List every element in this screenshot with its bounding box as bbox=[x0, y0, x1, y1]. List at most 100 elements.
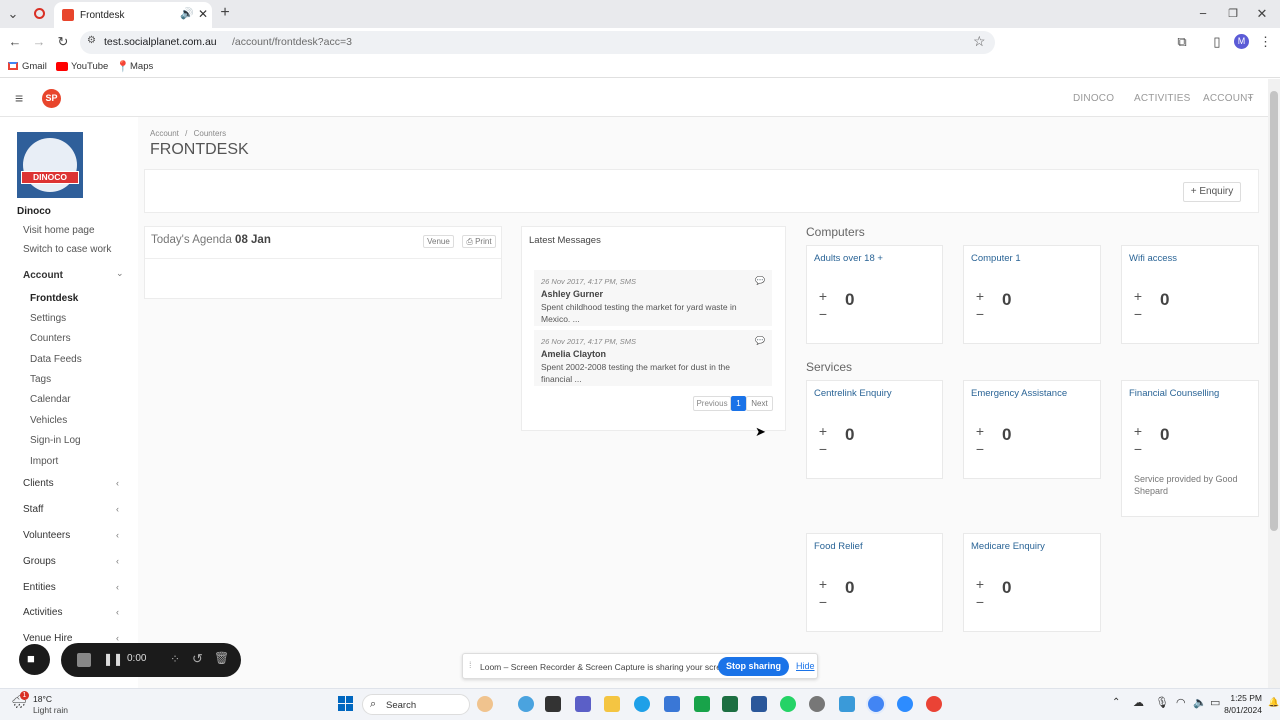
increment-button[interactable]: + bbox=[972, 423, 988, 439]
sidebar-item-data-feeds[interactable]: Data Feeds bbox=[30, 354, 82, 365]
browser-menu-icon[interactable]: ⋮ bbox=[1259, 34, 1272, 50]
forward-icon[interactable]: → bbox=[31, 34, 47, 50]
comment-icon[interactable]: 💬 bbox=[755, 336, 765, 345]
increment-button[interactable]: + bbox=[815, 423, 831, 439]
drag-handle-icon[interactable]: ⁞ bbox=[469, 660, 472, 670]
network-icon[interactable]: ☁ bbox=[1133, 696, 1144, 709]
hide-button[interactable]: Hide bbox=[796, 661, 815, 671]
increment-button[interactable]: + bbox=[1130, 423, 1146, 439]
account-caret-icon[interactable]: ⌄ bbox=[1246, 91, 1254, 102]
message-item[interactable]: 26 Nov 2017, 4:17 PM, SMS 💬 Amelia Clayt… bbox=[534, 330, 772, 386]
decrement-button[interactable]: − bbox=[1130, 441, 1146, 457]
increment-button[interactable]: + bbox=[1130, 288, 1146, 304]
page-scrollbar[interactable] bbox=[1268, 79, 1280, 688]
loom-camera-button[interactable]: ■ bbox=[19, 644, 50, 675]
sidebar-item-sign-in-log[interactable]: Sign-in Log bbox=[30, 435, 81, 446]
taskbar-app-icon[interactable] bbox=[477, 696, 493, 712]
sidebar-section-groups[interactable]: Groups bbox=[23, 556, 56, 567]
close-window-icon[interactable]: ✕ bbox=[1255, 6, 1269, 22]
pagination-previous[interactable]: Previous bbox=[693, 396, 731, 411]
clock-time[interactable]: 1:25 PM bbox=[1218, 693, 1262, 703]
decrement-button[interactable]: − bbox=[1130, 306, 1146, 322]
sidebar-section-clients[interactable]: Clients bbox=[23, 478, 54, 489]
address-bar[interactable]: ⚙ test.socialplanet.com.au /account/fron… bbox=[80, 31, 995, 54]
sidebar-item-import[interactable]: Import bbox=[30, 456, 58, 467]
wifi-icon[interactable]: ◠ bbox=[1176, 696, 1186, 709]
back-icon[interactable]: ← bbox=[7, 34, 23, 50]
extensions-puzzle-icon[interactable]: ⧉ bbox=[1175, 34, 1189, 50]
site-info-icon[interactable]: ⚙ bbox=[87, 35, 96, 46]
decrement-button[interactable]: − bbox=[815, 306, 831, 322]
pause-icon[interactable]: ❚❚ bbox=[103, 652, 123, 666]
browser-tab[interactable]: Frontdesk 🔊 ✕ bbox=[54, 2, 212, 28]
increment-button[interactable]: + bbox=[972, 576, 988, 592]
nav-dinoco[interactable]: DINOCO bbox=[1073, 93, 1114, 104]
venue-button[interactable]: Venue bbox=[423, 235, 454, 248]
taskbar-app-icon[interactable] bbox=[575, 696, 591, 712]
chevron-left-icon[interactable]: ‹ bbox=[116, 478, 119, 488]
stop-sharing-button[interactable]: Stop sharing bbox=[718, 657, 789, 676]
sidebar-section-activities[interactable]: Activities bbox=[23, 607, 62, 618]
app-logo-icon[interactable]: SP bbox=[42, 89, 61, 108]
org-logo[interactable]: DINOCO bbox=[17, 132, 83, 198]
hamburger-menu-icon[interactable]: ≡ bbox=[15, 90, 23, 106]
increment-button[interactable]: + bbox=[972, 288, 988, 304]
sidebar-section-venue-hire[interactable]: Venue Hire bbox=[23, 633, 72, 644]
increment-button[interactable]: + bbox=[815, 288, 831, 304]
show-hidden-icons-icon[interactable]: ⌃ bbox=[1112, 697, 1120, 708]
sidebar-section-account[interactable]: Account bbox=[23, 270, 63, 281]
sidebar-section-entities[interactable]: Entities bbox=[23, 582, 56, 593]
print-button[interactable]: ⎙ Print bbox=[462, 235, 496, 248]
edge-icon[interactable] bbox=[634, 696, 650, 712]
message-item[interactable]: 26 Nov 2017, 4:17 PM, SMS 💬 Ashley Gurne… bbox=[534, 270, 772, 326]
increment-button[interactable]: + bbox=[815, 576, 831, 592]
taskbar-app-icon[interactable] bbox=[545, 696, 561, 712]
chevron-left-icon[interactable]: ‹ bbox=[116, 504, 119, 514]
nav-activities[interactable]: ACTIVITIES bbox=[1134, 93, 1190, 104]
zoom-icon[interactable] bbox=[897, 696, 913, 712]
sidebar-item-tags[interactable]: Tags bbox=[30, 374, 51, 385]
new-tab-icon[interactable]: + bbox=[218, 5, 232, 21]
chevron-left-icon[interactable]: ‹ bbox=[116, 607, 119, 617]
decrement-button[interactable]: − bbox=[815, 441, 831, 457]
taskbar-app-icon[interactable] bbox=[518, 696, 534, 712]
file-explorer-icon[interactable] bbox=[604, 696, 620, 712]
windows-start-icon[interactable] bbox=[338, 696, 354, 712]
excel-icon[interactable] bbox=[722, 696, 738, 712]
taskbar-app-icon[interactable] bbox=[664, 696, 680, 712]
microphone-icon[interactable]: 🎙 bbox=[1155, 696, 1169, 709]
bookmark-youtube[interactable]: YouTube bbox=[71, 61, 108, 72]
sidebar-item-settings[interactable]: Settings bbox=[30, 313, 66, 324]
enquiry-button[interactable]: + Enquiry bbox=[1183, 182, 1241, 202]
sidebar-link-home[interactable]: Visit home page bbox=[23, 225, 95, 236]
sidebar-item-calendar[interactable]: Calendar bbox=[30, 394, 71, 405]
decrement-button[interactable]: − bbox=[815, 594, 831, 610]
reload-icon[interactable]: ↻ bbox=[55, 34, 71, 50]
bookmark-gmail[interactable]: Gmail bbox=[22, 61, 47, 72]
chevron-down-icon[interactable]: ⌄ bbox=[116, 268, 124, 279]
bookmark-star-icon[interactable]: ☆ bbox=[973, 33, 986, 50]
chevron-left-icon[interactable]: ‹ bbox=[116, 633, 119, 643]
sidebar-item-frontdesk[interactable]: Frontdesk bbox=[30, 293, 78, 304]
comment-icon[interactable]: 💬 bbox=[755, 276, 765, 285]
chrome-icon[interactable] bbox=[926, 696, 942, 712]
chrome-icon[interactable] bbox=[868, 696, 884, 712]
whatsapp-icon[interactable] bbox=[780, 696, 796, 712]
tab-search-chevron-icon[interactable]: ⌄ bbox=[6, 6, 20, 22]
taskbar-app-icon[interactable] bbox=[839, 696, 855, 712]
record-icon[interactable] bbox=[34, 8, 45, 19]
breadcrumb-account[interactable]: Account bbox=[150, 129, 179, 138]
decrement-button[interactable]: − bbox=[972, 441, 988, 457]
chevron-left-icon[interactable]: ‹ bbox=[116, 582, 119, 592]
sidebar-section-staff[interactable]: Staff bbox=[23, 504, 43, 515]
chevron-left-icon[interactable]: ‹ bbox=[116, 556, 119, 566]
delete-icon[interactable]: 🗑 bbox=[214, 651, 229, 665]
minimize-window-icon[interactable]: − bbox=[1196, 6, 1210, 22]
clock-date[interactable]: 8/01/2024 bbox=[1208, 705, 1262, 715]
sidebar-link-casework[interactable]: Switch to case work bbox=[23, 244, 111, 255]
side-panel-icon[interactable]: ▯ bbox=[1210, 34, 1224, 50]
taskbar-search[interactable]: ⌕ Search bbox=[362, 694, 470, 715]
settings-icon[interactable] bbox=[809, 696, 825, 712]
decrement-button[interactable]: − bbox=[972, 306, 988, 322]
sidebar-item-vehicles[interactable]: Vehicles bbox=[30, 415, 67, 426]
